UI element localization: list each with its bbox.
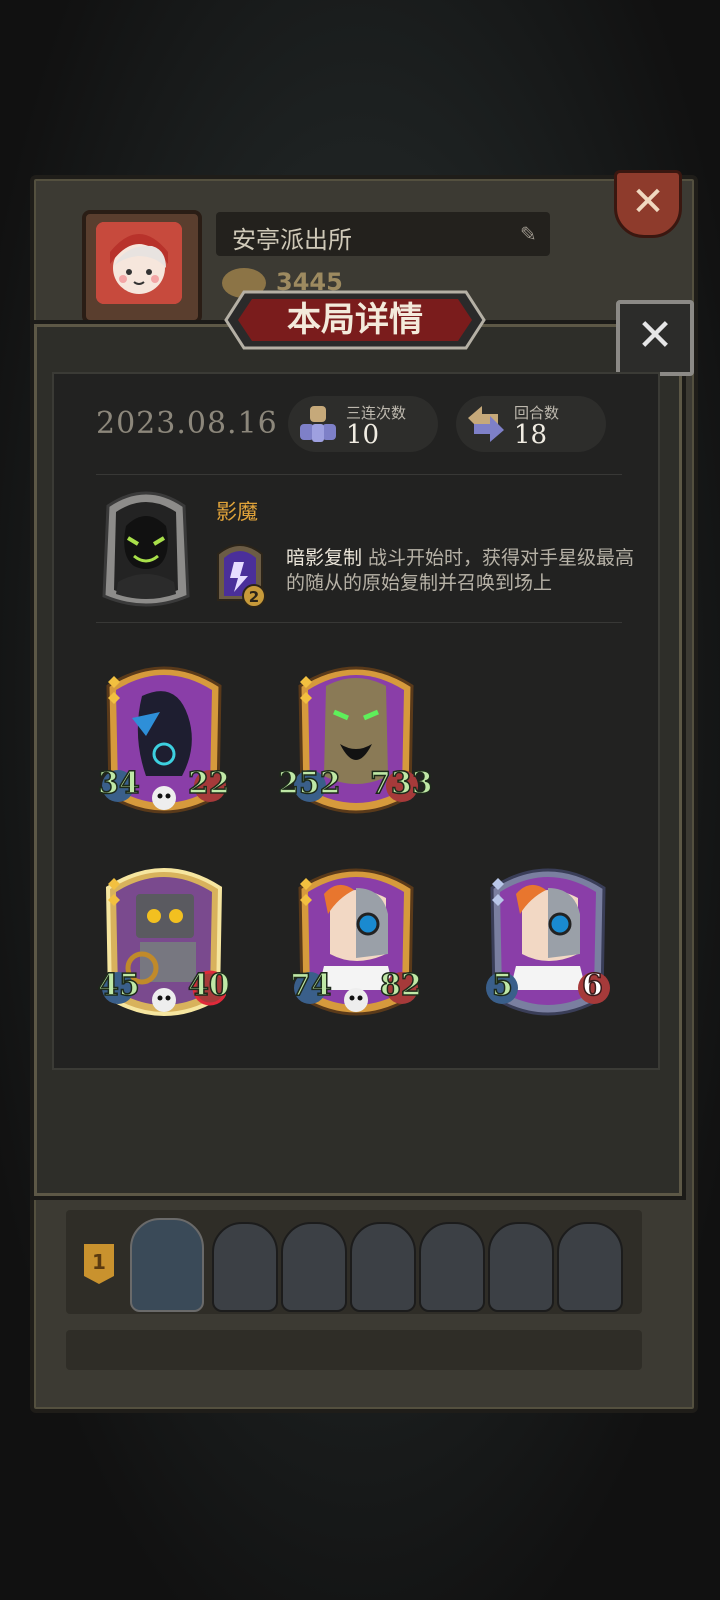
skill-level: 2 (249, 588, 259, 606)
minion-health: 82 (379, 967, 422, 1004)
minion-card[interactable]: 34 22 (97, 656, 230, 818)
divider (96, 474, 622, 475)
minion-card[interactable]: 74 82 (289, 858, 422, 1020)
minion-card[interactable]: 5 6 (486, 858, 610, 1020)
minion-health: 733 (369, 765, 433, 802)
hero-name: 影魔 (216, 500, 258, 524)
player-name: 安亭派出所 (232, 226, 352, 254)
divider (96, 622, 622, 623)
history-row[interactable] (66, 1330, 642, 1370)
triple-count-stat: 三连次数 10 (288, 396, 438, 452)
minion-thumbnail (419, 1222, 485, 1312)
history-row[interactable]: 1 (66, 1210, 642, 1314)
minion-attack: 252 (277, 765, 341, 802)
round-count-value: 18 (514, 420, 548, 450)
minion-card[interactable]: 45 40 (97, 858, 230, 1020)
minion-health: 22 (187, 765, 230, 802)
triple-count-value: 10 (346, 420, 380, 450)
minion-health: 6 (581, 967, 603, 1004)
close-button[interactable]: ✕ (616, 300, 694, 376)
hero-portrait (130, 1218, 204, 1312)
hero-power-description: 暗影复制 战斗开始时，获得对手星级最高的随从的原始复制并召唤到场上 (286, 546, 636, 596)
minion-attack: 34 (97, 765, 140, 802)
profile-close-button[interactable]: ✕ (614, 170, 682, 238)
minion-card[interactable]: 252 733 (277, 656, 433, 818)
hero-power-name: 暗影复制 (286, 547, 363, 569)
minion-attack: 45 (97, 967, 140, 1004)
hero-power-icon[interactable]: 2 (214, 540, 266, 610)
minion-thumbnail (488, 1222, 554, 1312)
minion-thumbnail (212, 1222, 278, 1312)
rank-badge: 1 (84, 1244, 114, 1284)
minion-attack: 74 (289, 967, 332, 1004)
minion-health: 40 (187, 967, 230, 1004)
minion-attack: 5 (491, 967, 513, 1004)
minion-thumbnail (281, 1222, 347, 1312)
minion-thumbnail (557, 1222, 623, 1312)
hero-portrait[interactable] (98, 486, 194, 612)
round-count-stat: 回合数 18 (456, 396, 606, 452)
minion-thumbnail (350, 1222, 416, 1312)
match-date: 2023.08.16 (96, 406, 278, 441)
triple-icon (300, 406, 336, 442)
edit-pencil-icon[interactable]: ✎ (520, 222, 544, 246)
rounds-icon (468, 406, 504, 442)
page-title: 本局详情 (287, 300, 423, 340)
avatar[interactable] (96, 222, 182, 304)
